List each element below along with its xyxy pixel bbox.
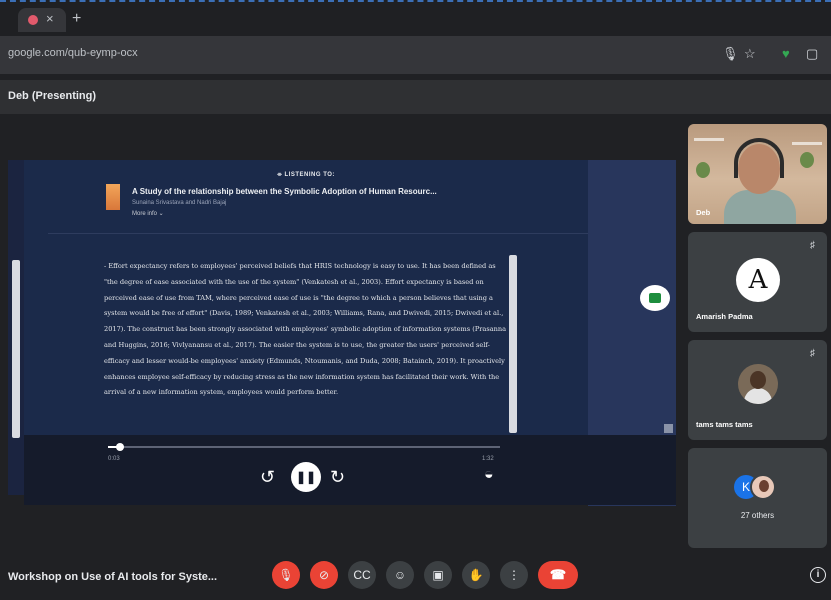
url-field[interactable]: google.com/qub-eymp-ocx [8,47,138,59]
star-icon[interactable]: ☆ [744,46,756,62]
raise-hand-button[interactable]: ✋ [462,561,490,589]
address-bar: google.com/qub-eymp-ocx 🎙 ☆ ♥ ▢ [0,36,831,74]
left-scrollbar[interactable] [12,260,20,438]
participant-tile-deb[interactable]: Deb [688,124,827,224]
time-total: 1:32 [482,456,494,462]
browser-tab-strip: × + [0,0,831,36]
browser-tab[interactable]: × [18,8,66,32]
leave-call-button[interactable]: ☎ [538,561,578,589]
more-options-button[interactable]: ⋮ [500,561,528,589]
participant-name: Amarish Padma [696,312,753,321]
captions-button[interactable]: CC [348,561,376,589]
meeting-controls-bar: Workshop on Use of AI tools for Syste... [0,560,831,600]
info-icon[interactable]: i [810,567,826,583]
shield-extension-icon[interactable]: ♥ [782,46,790,61]
book-cover [106,184,120,210]
book-authors: Sunaina Srivastava and Nadri Bajaj [132,200,227,206]
camera-off-button[interactable]: ⊘ [310,561,338,589]
participant-name: Deb [696,208,711,217]
pin-icon[interactable]: ♯ [810,240,815,251]
avatar [738,364,778,404]
tab-close-icon[interactable]: × [46,11,54,26]
forward-button[interactable]: ↻ [330,467,345,488]
new-tab-icon[interactable]: + [72,10,81,28]
presenter-banner: Deb (Presenting) [8,90,97,102]
emoji-button[interactable]: ☺ [386,561,414,589]
meeting-title: Workshop on Use of AI tools for Syste... [8,571,218,583]
others-count: 27 others [740,511,775,520]
tab-favicon-icon [28,15,38,25]
avatar: A [736,258,780,302]
others-tile[interactable]: K 27 others [688,448,827,548]
participant-tile-amarish[interactable]: ♯ A Amarish Padma [688,232,827,332]
more-info-link[interactable]: More info ⌄ [132,210,164,217]
avatar [750,474,776,500]
listening-label: ⌯ LISTENING TO: [277,172,335,178]
pause-button[interactable]: ❚❚ [291,462,321,492]
presenter-bar: Deb (Presenting) [0,80,831,114]
time-current: 0:03 [108,456,120,462]
participant-name: tams tams tams [696,420,753,429]
reader-scrollbar[interactable] [509,255,517,433]
progress-bar[interactable] [108,446,500,448]
presentation-left-panel [8,160,24,495]
pin-icon[interactable]: ♯ [810,348,815,359]
microphone-icon[interactable]: 🎙 [722,46,739,62]
playback-controls: 0:03 1:32 ↺ ❚❚ ↻ ◒ [24,435,676,505]
divider [48,233,588,234]
expand-icon[interactable] [664,424,673,433]
rewind-button[interactable]: ↺ [260,467,275,488]
book-title[interactable]: A Study of the relationship between the … [132,187,437,196]
extensions-icon[interactable]: ▢ [806,46,818,62]
reader-paragraph: - Effort expectancy refers to employees'… [104,262,507,397]
mic-muted-button[interactable]: 🎙 [272,561,300,589]
participant-tile-tams[interactable]: ♯ tams tams tams [688,340,827,440]
present-button[interactable]: ▣ [424,561,452,589]
chat-bubble-icon[interactable] [640,285,670,311]
speed-icon[interactable]: ◒ [484,466,494,484]
progress-knob[interactable] [115,443,124,451]
